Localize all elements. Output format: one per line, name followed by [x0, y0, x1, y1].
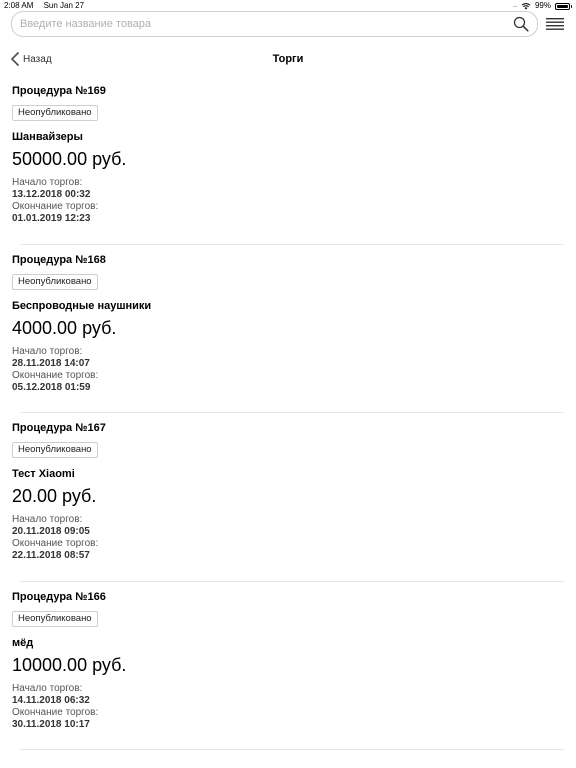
- start-label: Начало торгов:: [12, 682, 83, 694]
- page-title: Торги: [272, 53, 304, 65]
- status-badge: Неопубликовано: [12, 273, 98, 290]
- start-label: Начало торгов:: [12, 514, 83, 525]
- procedure-title: Процедура №167: [12, 422, 106, 434]
- price: 10000.00 руб.: [12, 654, 127, 675]
- product-name: Шанвайзеры: [12, 131, 83, 143]
- battery-icon: [555, 2, 572, 10]
- procedure-item[interactable]: Процедура №166 Неопубликовано мёд 10000.…: [0, 590, 576, 759]
- product-name: Тест Xiaomi: [12, 468, 75, 480]
- end-label: Окончание торгов:: [12, 538, 99, 549]
- start-date: 20.11.2018 09:05: [12, 526, 90, 537]
- start-date: 14.11.2018 06:32: [12, 694, 90, 706]
- start-label: Начало торгов:: [12, 177, 83, 188]
- procedure-list: Процедура №169 Неопубликовано Шанвайзеры…: [0, 84, 576, 758]
- search-bar: [11, 11, 538, 37]
- search-icon[interactable]: [513, 16, 529, 32]
- divider: [20, 749, 564, 750]
- procedure-item[interactable]: Процедура №167 Неопубликовано Тест Xiaom…: [0, 421, 576, 590]
- procedure-title: Процедура №169: [12, 85, 106, 97]
- battery-percent: 99%: [534, 1, 551, 10]
- price: 4000.00 руб.: [12, 317, 117, 338]
- end-date: 30.11.2018 10:17: [12, 718, 90, 730]
- trade-dates: Начало торгов: 28.11.2018 14:07 Окончани…: [12, 346, 98, 394]
- status-badge: Неопубликовано: [12, 105, 98, 121]
- status-badge: Неопубликовано: [12, 442, 98, 458]
- procedure-title: Процедура №168: [12, 253, 106, 266]
- trade-dates: Начало торгов: 14.11.2018 06:32 Окончани…: [12, 683, 98, 731]
- procedure-item[interactable]: Процедура №169 Неопубликовано Шанвайзеры…: [0, 84, 576, 253]
- procedure-title: Процедура №166: [12, 590, 106, 603]
- product-name: мёд: [12, 636, 34, 649]
- search-input[interactable]: [20, 15, 500, 33]
- price: 20.00 руб.: [12, 486, 97, 506]
- end-date: 05.12.2018 01:59: [12, 381, 91, 393]
- end-date: 22.11.2018 08:57: [12, 550, 90, 561]
- divider: [20, 580, 564, 582]
- start-date: 13.12.2018 00:32: [12, 189, 91, 200]
- end-label: Окончание торгов:: [12, 201, 99, 212]
- price: 50000.00 руб.: [12, 149, 127, 169]
- status-badge: Неопубликовано: [12, 610, 98, 627]
- nav-bar: Назад Торги: [0, 49, 576, 71]
- trade-dates: Начало торгов: 13.12.2018 00:32 Окончани…: [12, 177, 98, 225]
- product-name: Беспроводные наушники: [12, 299, 152, 312]
- menu-icon[interactable]: [546, 17, 564, 31]
- procedure-item[interactable]: Процедура №168 Неопубликовано Беспроводн…: [0, 253, 576, 422]
- end-label: Окончание торгов:: [12, 706, 99, 718]
- wifi-icon: [521, 3, 531, 10]
- start-label: Начало торгов:: [12, 345, 83, 357]
- trade-dates: Начало торгов: 20.11.2018 09:05 Окончани…: [12, 514, 98, 562]
- end-date: 01.01.2019 12:23: [12, 213, 91, 224]
- status-time: 2:08 AM: [4, 1, 34, 10]
- divider: [20, 243, 564, 245]
- start-date: 28.11.2018 14:07: [12, 357, 90, 369]
- divider: [20, 412, 564, 413]
- status-date: Sun Jan 27: [43, 1, 85, 10]
- end-label: Окончание торгов:: [12, 369, 99, 381]
